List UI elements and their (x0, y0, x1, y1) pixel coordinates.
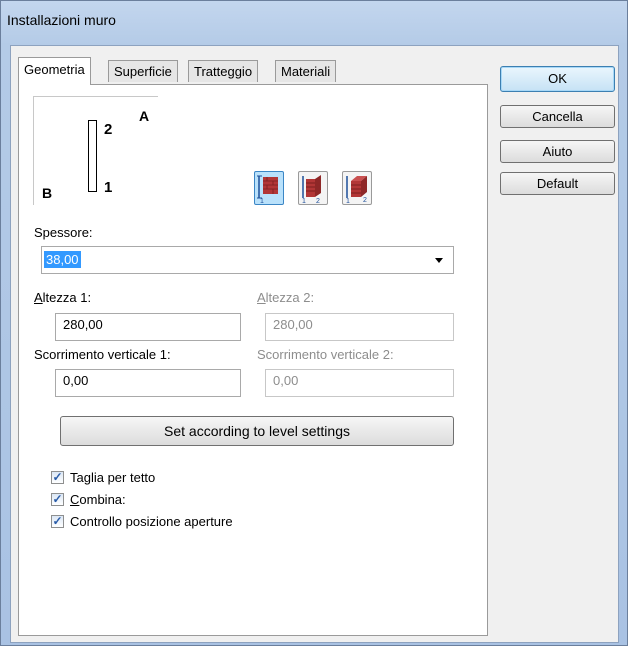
thickness-value: 38,00 (44, 251, 81, 268)
cancel-button[interactable]: Cancella (500, 105, 615, 128)
thickness-select[interactable]: 38,00 (41, 246, 454, 274)
tab-materiali[interactable]: Materiali (275, 60, 337, 82)
ok-button[interactable]: OK (500, 66, 615, 92)
tab-tratteggio[interactable]: Tratteggio (188, 60, 259, 82)
title-bar[interactable]: Installazioni muro (1, 1, 627, 45)
default-button[interactable]: Default (500, 172, 615, 195)
tab-geometria[interactable]: Geometria (18, 57, 91, 85)
tab-panel-geometria (18, 84, 488, 636)
tab-superficie[interactable]: Superficie (108, 60, 178, 82)
chevron-down-icon[interactable] (435, 258, 443, 263)
window-title: Installazioni muro (7, 12, 116, 28)
help-button[interactable]: Aiuto (500, 140, 615, 163)
